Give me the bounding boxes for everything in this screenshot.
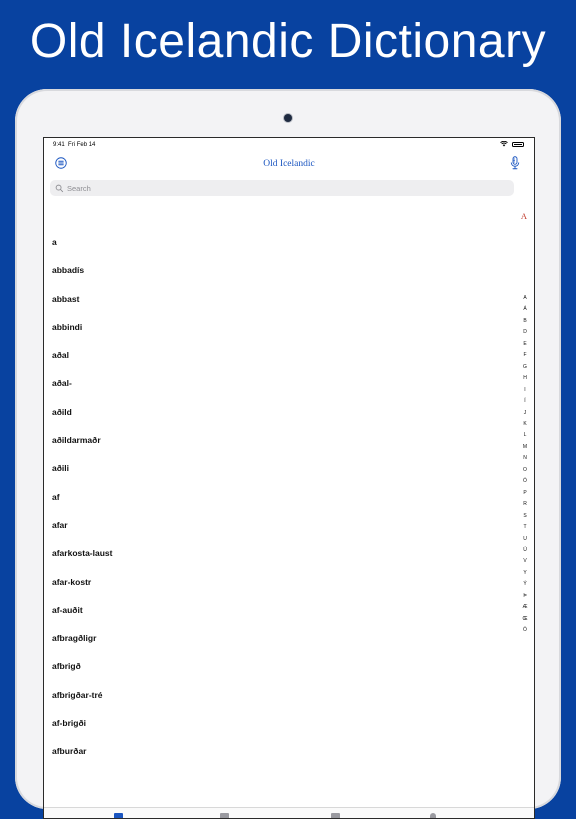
index-letter[interactable]: Ó bbox=[523, 476, 527, 487]
list-item[interactable]: abbast bbox=[44, 285, 514, 313]
list-item[interactable]: abbindi bbox=[44, 313, 514, 341]
list-item[interactable]: afar bbox=[44, 511, 514, 539]
status-bar: 9:41 Fri Feb 14 bbox=[44, 138, 534, 152]
index-letter[interactable]: E bbox=[523, 339, 526, 350]
index-letter[interactable]: P bbox=[523, 488, 526, 499]
list-item[interactable]: aðili bbox=[44, 454, 514, 482]
nav-title: Old Icelandic bbox=[263, 159, 315, 169]
status-date: Fri Feb 14 bbox=[68, 142, 96, 148]
status-time: 9:41 Fri Feb 14 bbox=[53, 142, 95, 148]
list-item[interactable]: afbrigð bbox=[44, 652, 514, 680]
microphone-button[interactable] bbox=[508, 155, 522, 171]
list-item[interactable]: a bbox=[44, 228, 514, 256]
index-letter[interactable]: D bbox=[523, 327, 527, 338]
index-letter[interactable]: T bbox=[523, 522, 526, 533]
index-letter[interactable]: O bbox=[523, 465, 527, 476]
index-letter[interactable]: Y bbox=[523, 568, 526, 579]
list-item[interactable]: afbragðligr bbox=[44, 624, 514, 652]
status-time-clock: 9:41 bbox=[53, 142, 65, 148]
battery-icon bbox=[512, 141, 524, 147]
index-letter[interactable]: Ú bbox=[523, 545, 527, 556]
index-letter[interactable]: K bbox=[523, 419, 526, 430]
index-letter[interactable]: M bbox=[523, 442, 527, 453]
index-letter[interactable]: B bbox=[523, 316, 526, 327]
index-letter[interactable]: L bbox=[524, 430, 527, 441]
index-letter[interactable]: Ö bbox=[523, 625, 527, 636]
list-item[interactable]: aðal- bbox=[44, 369, 514, 397]
tab-dictionary[interactable] bbox=[114, 813, 123, 818]
list-item[interactable]: aðal bbox=[44, 341, 514, 369]
index-letter[interactable]: H bbox=[523, 373, 527, 384]
index-letter[interactable]: F bbox=[523, 350, 526, 361]
list-item[interactable]: af bbox=[44, 483, 514, 511]
list-item[interactable]: af-brigði bbox=[44, 709, 514, 737]
index-letter[interactable]: I bbox=[524, 385, 525, 396]
index-letter[interactable]: Þ bbox=[523, 591, 526, 602]
index-letter[interactable]: R bbox=[523, 499, 527, 510]
wifi-icon bbox=[500, 141, 508, 147]
status-icons bbox=[500, 141, 524, 147]
list-item[interactable]: abbadís bbox=[44, 256, 514, 284]
index-letter[interactable]: Á bbox=[523, 304, 526, 315]
tab-bar bbox=[44, 807, 534, 818]
search-icon bbox=[54, 183, 64, 193]
index-letter[interactable]: V bbox=[523, 556, 526, 567]
index-letter[interactable]: A bbox=[523, 293, 526, 304]
word-list: a abbadís abbast abbindi aðal aðal- aðil… bbox=[44, 228, 514, 818]
camera-icon bbox=[284, 114, 292, 122]
index-letter[interactable]: S bbox=[523, 511, 526, 522]
search-bar[interactable] bbox=[50, 180, 514, 196]
index-letter[interactable]: N bbox=[523, 453, 527, 464]
list-item[interactable]: afar-kostr bbox=[44, 568, 514, 596]
list-item[interactable]: afburðar bbox=[44, 737, 514, 765]
index-letter[interactable]: G bbox=[523, 362, 527, 373]
tablet-frame: 9:41 Fri Feb 14 Old Icelandic Search A a… bbox=[15, 89, 561, 819]
section-header: A bbox=[520, 211, 527, 221]
index-letter[interactable]: J bbox=[524, 408, 527, 419]
banner-title: Old Icelandic Dictionary bbox=[29, 15, 547, 68]
list-item[interactable]: aðildarmaðr bbox=[44, 426, 514, 454]
alphabet-index[interactable]: A Á B D E F G H I Í J K L M N O Ó P R S … bbox=[518, 293, 532, 637]
index-letter[interactable]: Ý bbox=[523, 579, 526, 590]
index-letter[interactable]: Í bbox=[524, 396, 525, 407]
tab-favorites[interactable] bbox=[220, 813, 229, 818]
list-item[interactable]: aðild bbox=[44, 398, 514, 426]
index-letter[interactable]: U bbox=[523, 534, 527, 545]
list-item[interactable]: afarkosta-laust bbox=[44, 539, 514, 567]
search-input[interactable] bbox=[64, 181, 507, 195]
tab-settings[interactable] bbox=[430, 813, 436, 818]
app-screen: 9:41 Fri Feb 14 Old Icelandic Search A a… bbox=[43, 137, 535, 819]
nav-bar: Old Icelandic bbox=[44, 152, 534, 178]
index-letter[interactable]: Œ bbox=[523, 614, 528, 625]
microphone-icon bbox=[510, 156, 520, 170]
list-item[interactable]: af-auðit bbox=[44, 596, 514, 624]
list-item[interactable]: afbrigðar-tré bbox=[44, 681, 514, 709]
index-letter[interactable]: Æ bbox=[523, 602, 528, 613]
tab-history[interactable] bbox=[331, 813, 340, 818]
